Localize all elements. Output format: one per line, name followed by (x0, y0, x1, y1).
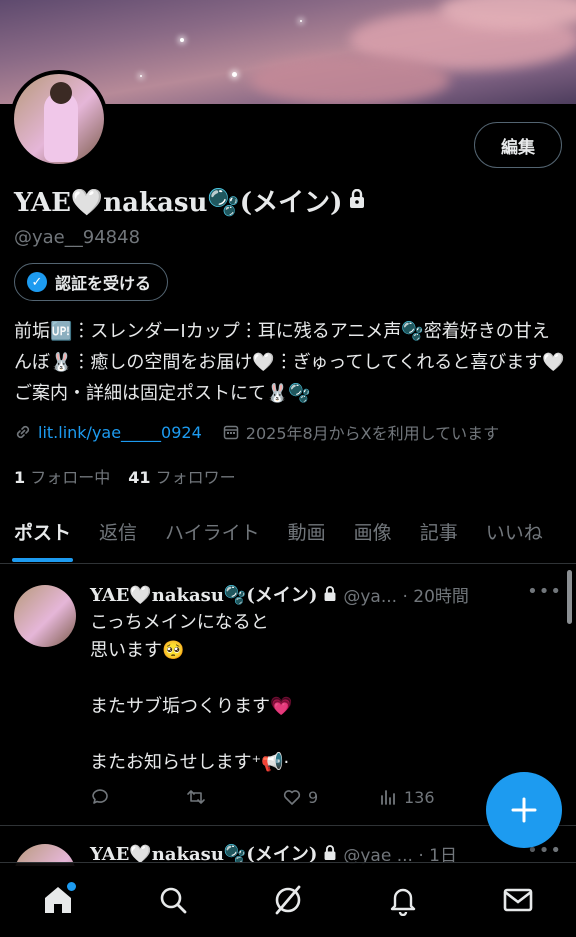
bottom-nav (0, 862, 576, 937)
scrollbar[interactable] (567, 570, 572, 624)
tab-articles[interactable]: 記事 (420, 506, 458, 563)
tab-highlights[interactable]: ハイライト (165, 506, 260, 563)
follow-stats: 1 フォロー中 41 フォロワー (14, 464, 236, 488)
nav-home[interactable] (30, 872, 86, 928)
edit-profile-button[interactable]: 編集 (474, 122, 562, 168)
mail-icon (504, 888, 533, 912)
profile-name: YAE🤍nakasu🫧(メイン) (14, 188, 343, 218)
profile-tabs: ポスト 返信 ハイライト 動画 画像 記事 いいね (0, 506, 576, 564)
more-options-icon[interactable]: ••• (527, 581, 562, 602)
compose-post-button[interactable] (486, 772, 562, 848)
verified-badge-icon: ✓ (27, 272, 47, 292)
plus-icon (511, 797, 537, 823)
post-meta: @ya... · 20時間 (343, 586, 469, 607)
get-verified-button[interactable]: ✓ 認証を受ける (14, 263, 169, 301)
like-button[interactable]: 9 (282, 787, 378, 807)
repost-icon (187, 790, 205, 804)
post-text: こっちメインになると 思います🥺 またサブ垢つくります💗 またお知らせします⁺📢… (90, 612, 293, 773)
bell-icon (390, 888, 416, 916)
heart-icon (283, 790, 301, 805)
avatar-head (50, 82, 72, 104)
following-label: フォロー中 (30, 468, 111, 487)
profile-link-text[interactable]: lit.link/yae_____0924 (38, 423, 202, 442)
get-verified-label: 認証を受ける (55, 274, 152, 293)
post-item[interactable]: YAE🤍nakasu🫧(メイン) @yae ... · 1日 ••• (0, 826, 576, 866)
search-icon (160, 887, 187, 914)
grok-icon (275, 885, 301, 915)
tab-replies[interactable]: 返信 (99, 506, 137, 563)
nav-notifications[interactable] (375, 872, 431, 928)
profile-handle: @yae__94848 (14, 227, 141, 248)
followers-count: 41 (128, 468, 151, 487)
profile-meta: lit.link/yae_____0924 2025年8月からXを利用しています (14, 420, 499, 444)
profile-avatar[interactable] (10, 70, 108, 168)
lock-icon (324, 586, 336, 601)
joined-date: 2025年8月からXを利用しています (222, 420, 499, 444)
post-header: YAE🤍nakasu🫧(メイン) @ya... · 20時間 (90, 581, 469, 607)
post-avatar[interactable] (14, 585, 76, 647)
nav-search[interactable] (145, 872, 201, 928)
joined-date-text: 2025年8月からXを利用しています (245, 424, 500, 443)
nav-messages[interactable] (490, 872, 546, 928)
following-count: 1 (14, 468, 26, 487)
following-link[interactable]: 1 フォロー中 (14, 464, 110, 488)
reply-button[interactable] (90, 787, 186, 807)
profile-name-row: YAE🤍nakasu🫧(メイン) (14, 182, 366, 219)
reply-icon (92, 789, 108, 804)
post-actions: 9 136 (90, 787, 474, 807)
followers-link[interactable]: 41 フォロワー (128, 464, 235, 488)
nav-grok[interactable] (260, 872, 316, 928)
tab-likes[interactable]: いいね (486, 506, 543, 563)
lock-icon (324, 845, 336, 860)
tab-images[interactable]: 画像 (354, 506, 392, 563)
link-icon (16, 425, 30, 439)
post-item[interactable]: YAE🤍nakasu🫧(メイン) @ya... · 20時間 ••• こっちメイ… (0, 565, 576, 825)
calendar-icon (223, 425, 239, 440)
repost-button[interactable] (186, 787, 282, 807)
tab-videos[interactable]: 動画 (288, 506, 326, 563)
view-count: 136 (404, 787, 435, 807)
lock-icon (348, 188, 366, 213)
profile-link[interactable]: lit.link/yae_____0924 (14, 423, 202, 442)
notification-dot (66, 882, 76, 891)
post-author-name[interactable]: YAE🤍nakasu🫧(メイン) (90, 581, 317, 607)
like-count: 9 (308, 787, 319, 807)
views-icon (381, 790, 395, 805)
views-button[interactable]: 136 (378, 787, 474, 807)
tab-posts[interactable]: ポスト (11, 506, 74, 563)
followers-label: フォロワー (155, 468, 236, 487)
profile-bio: 前垢🆙︙スレンダーIカップ︙耳に残るアニメ声🫧密着好きの甘えんぼ🐰︙癒しの空間を… (14, 321, 565, 404)
